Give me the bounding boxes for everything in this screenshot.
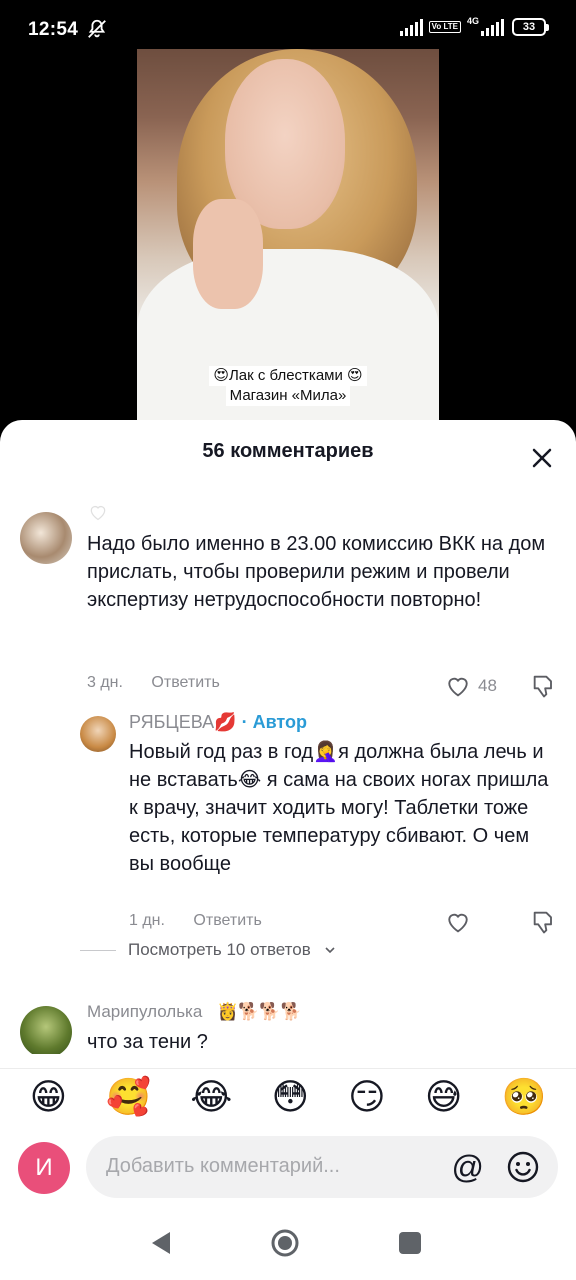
comment-meta: 3 дн. Ответить <box>87 674 220 692</box>
system-nav-bar <box>0 1206 576 1280</box>
smile-icon[interactable] <box>506 1150 540 1184</box>
like-count: 48 <box>478 676 497 695</box>
divider-line <box>80 949 116 951</box>
comment-input-placeholder: Добавить комментарий... <box>106 1155 340 1177</box>
emoji-button[interactable]: 😳 <box>271 1076 309 1117</box>
chevron-down-icon <box>325 947 335 954</box>
mute-icon <box>88 19 106 38</box>
reply-header: РЯБЦЕВА💋 · Автор <box>129 712 307 733</box>
like-button[interactable] <box>444 908 472 936</box>
network-type: 4G <box>466 16 479 26</box>
emoji-bar: 😁 🥰 😂 😳 😏 😅 🥺 <box>0 1068 576 1124</box>
emoji-button[interactable]: 😁 <box>30 1076 68 1117</box>
reply-text: Новый год раз в год🤦‍♀️я должна была леч… <box>129 741 549 875</box>
heart-icon <box>90 505 106 521</box>
nav-recent-icon[interactable] <box>399 1232 421 1254</box>
caption-line-1: 😍Лак с блестками 😍 <box>209 366 367 386</box>
comment-age: 3 дн. <box>87 674 123 691</box>
reply-username[interactable]: РЯБЦЕВА💋 <box>129 712 237 732</box>
like-button[interactable]: 48 <box>444 672 497 700</box>
comments-sheet: 56 комментариев Надо было именно в 23.00… <box>0 420 576 1280</box>
avatar[interactable] <box>20 512 72 564</box>
volte-badge: Vo LTE <box>428 21 461 33</box>
author-badge: · Автор <box>241 712 307 732</box>
dislike-icon[interactable] <box>530 672 558 700</box>
view-replies-label: Посмотреть 10 ответов <box>128 940 311 959</box>
heart-icon <box>448 677 468 697</box>
emoji-button[interactable]: 😏 <box>348 1076 386 1117</box>
emoji-button[interactable]: 🥺 <box>502 1076 547 1117</box>
reply-button[interactable]: Ответить <box>151 674 219 691</box>
nav-home-icon[interactable] <box>270 1228 300 1258</box>
dislike-icon[interactable] <box>530 908 558 936</box>
comments-count-title: 56 комментариев <box>202 440 374 462</box>
mention-button[interactable]: @ <box>452 1150 484 1184</box>
heart-icon <box>448 913 468 933</box>
view-replies-button[interactable]: Посмотреть 10 ответов <box>80 940 337 960</box>
comment3-name: Марипулолька <box>87 1002 203 1021</box>
close-icon[interactable] <box>528 444 556 472</box>
user-avatar[interactable]: И <box>18 1142 70 1194</box>
clock: 12:54 <box>28 19 79 40</box>
comment-input[interactable]: Добавить комментарий... @ <box>86 1136 558 1198</box>
video-caption: 😍Лак с блестками 😍 Магазин «Мила» <box>190 366 386 406</box>
video-hand <box>193 199 263 309</box>
comment-username[interactable]: Марипулолька 👸🐕🐕🐕 <box>87 1002 302 1022</box>
reply-age: 1 дн. <box>129 912 165 929</box>
emoji-button[interactable]: 🥰 <box>106 1076 151 1117</box>
emoji-button[interactable]: 😂 <box>190 1076 232 1117</box>
emoji-button[interactable]: 😅 <box>425 1076 463 1117</box>
battery-icon: 33 <box>512 18 549 36</box>
reply-meta: 1 дн. Ответить <box>129 912 262 930</box>
status-icons: Vo LTE 4G 33 <box>399 16 549 36</box>
avatar[interactable] <box>20 1006 72 1054</box>
signal-icon <box>399 18 423 36</box>
comment3-badges: 👸🐕🐕🐕 <box>217 1002 302 1021</box>
reply-button[interactable]: Ответить <box>193 912 261 929</box>
comments-list[interactable]: Надо было именно в 23.00 комиссию ВКК на… <box>0 492 576 1054</box>
comment-text: Надо было именно в 23.00 комиссию ВКК на… <box>87 533 546 611</box>
comment-text: что за тени ? <box>87 1031 208 1053</box>
nav-back-icon[interactable] <box>150 1230 172 1256</box>
signal-icon-2 <box>481 18 504 36</box>
caption-line-2: Магазин «Мила» <box>225 386 351 406</box>
avatar[interactable] <box>80 716 116 752</box>
